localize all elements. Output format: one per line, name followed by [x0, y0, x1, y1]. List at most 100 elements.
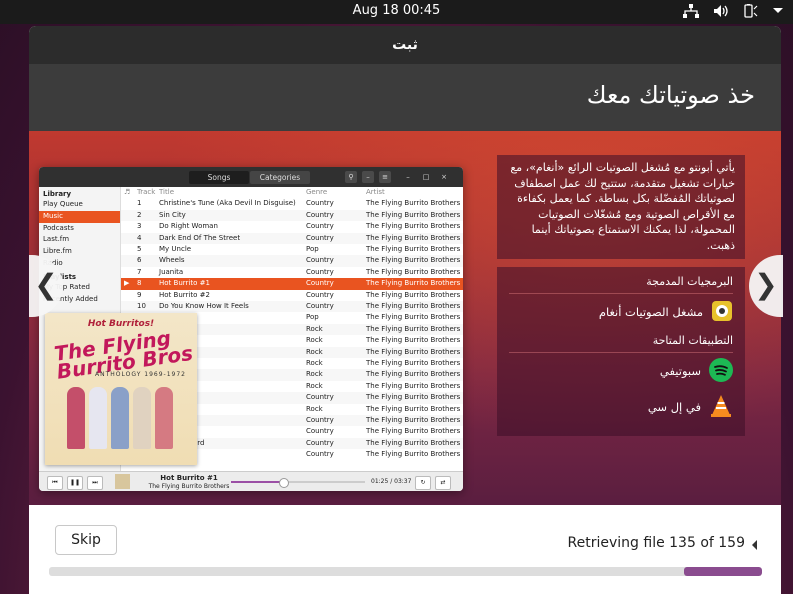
- available-heading: التطبيقات المتاحة: [509, 330, 733, 353]
- track-genre: Country: [306, 233, 334, 242]
- track-number: 6: [137, 256, 142, 265]
- playback-time: 01:25 / 03:37: [371, 478, 412, 485]
- track-artist: The Flying Burrito Brothers: [366, 359, 461, 367]
- app-name: في إل سي: [647, 400, 701, 414]
- maximize-icon: □: [422, 173, 430, 181]
- track-artist: The Flying Burrito Brothers: [366, 427, 461, 436]
- now-playing-thumbnail: [115, 474, 130, 489]
- track-artist: The Flying Burrito Brothers: [366, 313, 461, 322]
- track-title: Do Right Woman: [159, 222, 218, 231]
- song-row: 9 Hot Burrito #2 Country The Flying Burrito…: [121, 290, 463, 301]
- chevron-down-icon[interactable]: [773, 7, 783, 15]
- track-artist: The Flying Burrito Brothers: [366, 404, 461, 413]
- track-artist: The Flying Burrito Brothers: [366, 347, 461, 356]
- track-artist: The Flying Burrito Brothers: [366, 416, 461, 424]
- track-number: 2: [137, 210, 142, 219]
- song-row: 3 Do Right Woman Country The Flying Burrito…: [121, 221, 463, 232]
- menu-icon: ≡: [379, 171, 391, 183]
- track-genre: Country: [306, 290, 334, 299]
- volume-col-icon: ♬: [124, 188, 131, 196]
- app-item: مشغل الصوتيات أنغام: [509, 294, 733, 330]
- battery-icon[interactable]: [743, 4, 759, 18]
- song-row: 6 Wheels Country The Flying Burrito Brother…: [121, 255, 463, 267]
- expand-details-icon[interactable]: [752, 540, 757, 550]
- track-genre: Country: [306, 450, 334, 459]
- track-genre: Rock: [306, 370, 323, 379]
- clock[interactable]: Aug 18 00:45: [0, 3, 793, 18]
- track-title: Wheels: [159, 256, 185, 265]
- track-title: Hot Burrito #1: [159, 279, 210, 288]
- volume-icon[interactable]: [713, 4, 729, 18]
- track-number: 7: [137, 267, 142, 276]
- track-title: Do You Know How It Feels: [159, 302, 249, 310]
- column-header: Artist: [366, 188, 385, 196]
- install-status: Retrieving file 135 of 159: [567, 535, 745, 551]
- track-number: 3: [137, 222, 142, 231]
- track-genre: Rock: [306, 381, 323, 390]
- track-artist: The Flying Burrito Brothers: [366, 245, 461, 253]
- track-artist: The Flying Burrito Brothers: [366, 393, 461, 402]
- album-cover-art: Hot Burritos! The Flying Burrito Bros AN…: [45, 313, 197, 465]
- cover-figure: [133, 387, 151, 449]
- system-tray[interactable]: [683, 4, 783, 18]
- app-name: سبوتيفي: [659, 364, 701, 378]
- track-number: 10: [137, 302, 146, 310]
- sidebar-item: Play Queue: [43, 200, 83, 208]
- previous-icon: ⏮: [47, 476, 63, 490]
- cover-figure: [111, 387, 129, 449]
- playback-progress-fill: [231, 481, 284, 483]
- apps-section: البرمجيات المدمجة مشغل الصوتيات أنغام ال…: [497, 267, 745, 436]
- music-player-screenshot: Songs Categories ⚲ – ≡ – □ × Library Pla…: [39, 167, 463, 491]
- track-artist: The Flying Burrito Brothers: [366, 233, 461, 242]
- installer-window: ثبت خذ صوتياتك معك Songs Categories ⚲ – …: [29, 26, 781, 594]
- sidebar-item: Podcasts: [43, 223, 74, 232]
- repeat-icon: ↻: [415, 476, 431, 490]
- minimize-icon: –: [406, 173, 410, 181]
- app-item: في إل سي: [509, 389, 733, 425]
- minus-icon: –: [362, 171, 374, 183]
- skip-button[interactable]: Skip: [55, 525, 117, 555]
- now-playing-artist: The Flying Burrito Brothers: [148, 483, 230, 490]
- track-artist: The Flying Burrito Brothers: [366, 370, 461, 379]
- track-artist: The Flying Burrito Brothers: [366, 324, 461, 333]
- track-title: My Uncle: [159, 245, 192, 253]
- tab-categories: Categories: [250, 171, 310, 184]
- playback-progress: [231, 478, 365, 488]
- track-artist: The Flying Burrito Brothers: [366, 381, 461, 390]
- cover-figure: [89, 387, 107, 449]
- track-genre: Country: [306, 438, 334, 447]
- song-row: 2 Sin City Country The Flying Burrito Broth…: [121, 209, 463, 222]
- track-artist: The Flying Burrito Brothers: [366, 210, 461, 219]
- top-bar: Aug 18 00:45: [0, 0, 793, 24]
- cover-figure: [67, 387, 85, 449]
- window-title: ثبت: [29, 26, 781, 64]
- music-app-headerbar: Songs Categories ⚲ – ≡ – □ ×: [39, 167, 463, 187]
- track-genre: Country: [306, 393, 334, 402]
- sidebar-item-selected: Music: [39, 210, 120, 223]
- install-progress-bar: [49, 567, 762, 576]
- app-item: سبوتيفي: [509, 353, 733, 389]
- track-genre: Country: [306, 416, 334, 424]
- playing-icon: ▶: [124, 279, 130, 288]
- track-artist: The Flying Burrito Brothers: [366, 450, 461, 459]
- track-number: 4: [137, 233, 142, 242]
- track-genre: Country: [306, 256, 334, 265]
- track-artist: The Flying Burrito Brothers: [366, 302, 461, 310]
- song-row: 7 Juanita Country The Flying Burrito Brothe…: [121, 267, 463, 278]
- next-icon: ⏭: [87, 476, 103, 490]
- install-progress-fill: [683, 567, 762, 576]
- track-genre: Country: [306, 267, 334, 276]
- track-number: 9: [137, 290, 142, 299]
- track-artist: The Flying Burrito Brothers: [366, 222, 461, 231]
- track-genre: Pop: [306, 313, 319, 322]
- bundled-heading: البرمجيات المدمجة: [509, 271, 733, 294]
- track-genre: Country: [306, 279, 334, 288]
- player-controls: ⏮ ❚❚ ⏭ Hot Burrito #1 The Flying Burrito…: [39, 471, 463, 491]
- now-playing-title: Hot Burrito #1: [160, 474, 218, 482]
- song-row: 1 Christine's Tune (Aka Devil In Disguise…: [121, 198, 463, 209]
- track-genre: Country: [306, 210, 334, 219]
- app-name: مشغل الصوتيات أنغام: [598, 305, 703, 319]
- network-icon[interactable]: [683, 4, 699, 18]
- slideshow: Songs Categories ⚲ – ≡ – □ × Library Pla…: [29, 131, 781, 505]
- slide-description: يأتي أبونتو مع مُشغل الصوتيات الرائع «أن…: [497, 155, 745, 259]
